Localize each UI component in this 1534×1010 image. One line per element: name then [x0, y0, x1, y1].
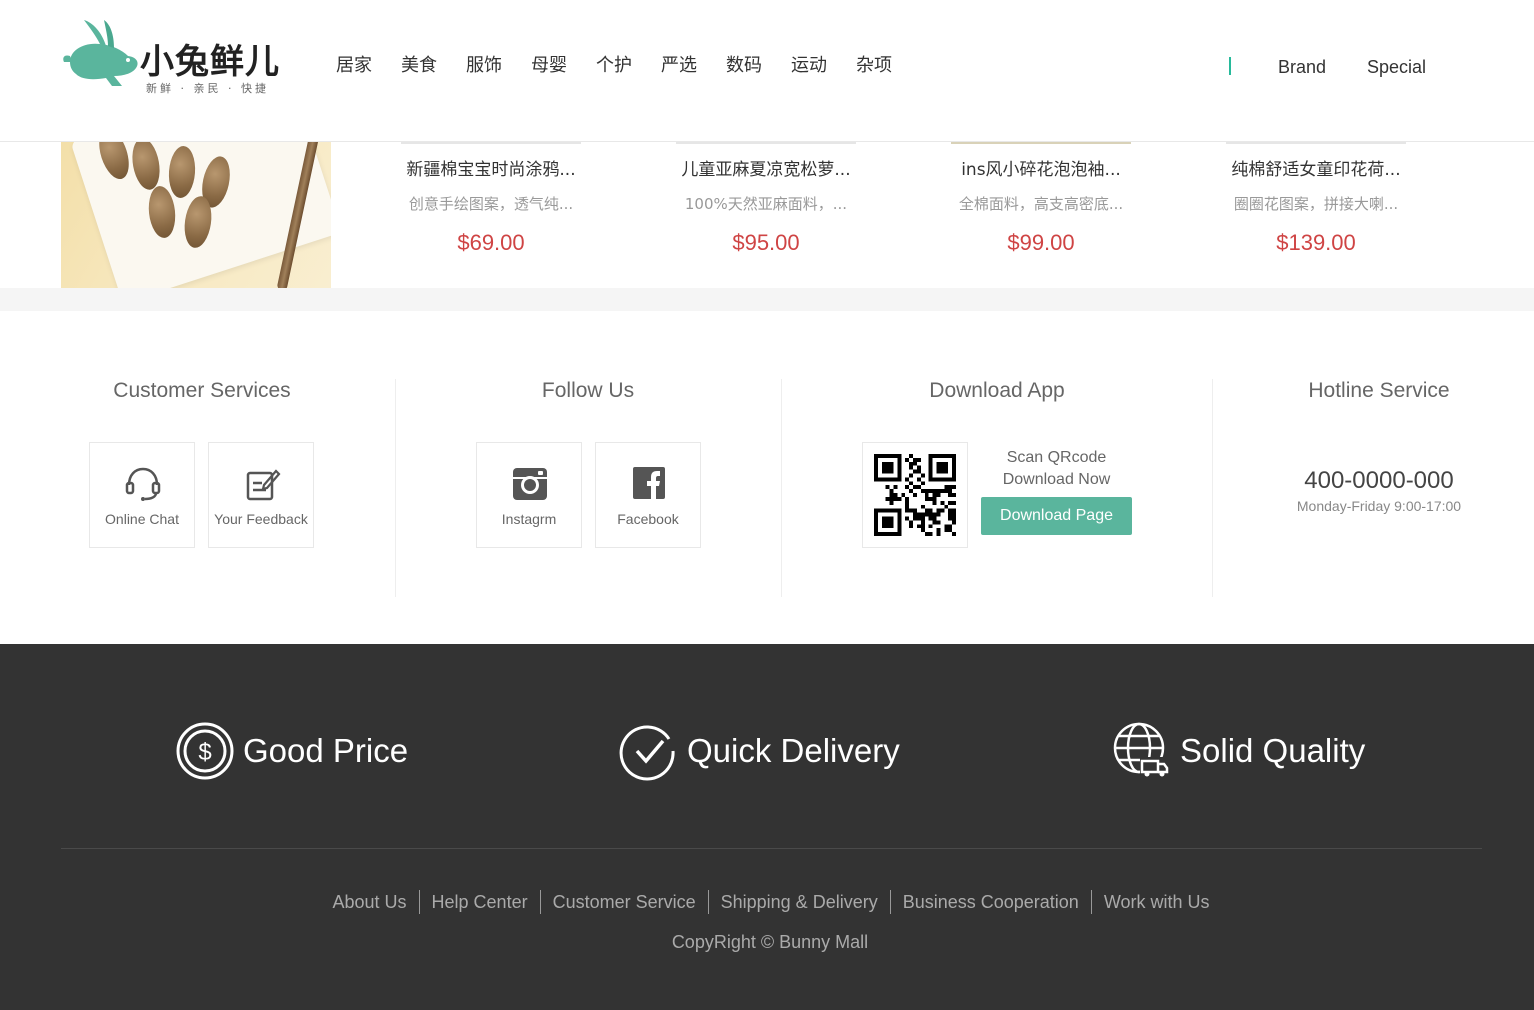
services-section: Customer Services Online Chat Your Feedb… [0, 311, 1534, 644]
check-circle-icon [619, 725, 675, 781]
facebook-label: Facebook [617, 511, 679, 527]
download-now-text: Download Now [1002, 471, 1111, 488]
footer-links: About Us Help Center Customer Service Sh… [0, 890, 1534, 914]
product-desc: 圈圈花图案，拼接大喇... [1233, 195, 1399, 213]
footer-link-careers[interactable]: Work with Us [1090, 890, 1222, 914]
nav-item-apparel[interactable]: 服饰 [466, 53, 502, 79]
category-banner-image[interactable] [61, 142, 331, 288]
site-footer: $ Good Price Quick Delivery Solid Qualit… [0, 644, 1534, 1010]
footer-link-shipping[interactable]: Shipping & Delivery [707, 890, 890, 914]
logo[interactable]: 小兔鲜儿 新鲜 · 亲民 · 快捷 [62, 16, 292, 96]
feature-label: Quick Delivery [687, 732, 900, 769]
product-card[interactable]: 纯棉舒适女童印花荷... 圈圈花图案，拼接大喇... $139.00 [1221, 142, 1411, 288]
feature-good-price: $ Good Price [175, 720, 408, 782]
feature-label: Solid Quality [1180, 732, 1366, 769]
hotline-hours: Monday-Friday 9:00-17:00 [1296, 498, 1462, 514]
feedback-edit-icon [246, 469, 281, 501]
nav-item-sports[interactable]: 运动 [791, 53, 827, 79]
instagram-link[interactable]: Instagrm [476, 442, 582, 548]
logo-tagline: 新鲜 · 亲民 · 快捷 [146, 82, 269, 95]
feature-label: Good Price [243, 732, 409, 769]
online-chat-button[interactable]: Online Chat [89, 442, 195, 548]
download-app-title: Download App [929, 379, 1065, 402]
online-chat-label: Online Chat [105, 511, 179, 527]
copyright: CopyRight © Bunny Mall [671, 932, 869, 952]
logo-title: 小兔鲜儿 [140, 42, 280, 82]
nav-item-digital[interactable]: 数码 [726, 53, 762, 79]
footer-link-customer-service[interactable]: Customer Service [539, 890, 708, 914]
facebook-link[interactable]: Facebook [595, 442, 701, 548]
divider [781, 379, 782, 597]
product-price: $69.00 [457, 230, 525, 255]
product-desc: 全棉面料，高支高密底... [958, 195, 1124, 213]
main-nav: 居家 美食 服饰 母婴 个护 严选 数码 运动 杂项 [336, 53, 921, 79]
feedback-button[interactable]: Your Feedback [208, 442, 314, 548]
customer-services-title: Customer Services [113, 379, 291, 402]
footer-link-help[interactable]: Help Center [418, 890, 540, 914]
product-name: 纯棉舒适女童印花荷... [1231, 160, 1401, 180]
dollar-icon: $ [176, 722, 234, 780]
nav-special-link[interactable]: Special [1367, 54, 1426, 80]
nav-item-home[interactable]: 居家 [336, 53, 372, 79]
section-gap [0, 288, 1534, 311]
qr-code-icon [874, 454, 956, 536]
product-strip: 新疆棉宝宝时尚涂鸦... 创意手绘图案，透气纯... $69.00 儿童亚麻夏凉… [0, 142, 1534, 288]
footer-link-about[interactable]: About Us [320, 890, 418, 914]
product-card[interactable]: ins风小碎花泡泡袖... 全棉面料，高支高密底... $99.00 [946, 142, 1136, 288]
nav-separator [1229, 57, 1231, 75]
product-name: ins风小碎花泡泡袖... [961, 160, 1121, 180]
instagram-icon [513, 468, 547, 500]
product-name: 儿童亚麻夏凉宽松萝... [681, 160, 851, 180]
feature-quick-delivery: Quick Delivery [619, 720, 900, 782]
hotline-number: 400-0000-000 [1304, 467, 1454, 494]
footer-divider [61, 848, 1482, 849]
nav-item-baby[interactable]: 母婴 [531, 53, 567, 79]
rabbit-logo-icon [63, 20, 138, 86]
headset-icon [125, 467, 161, 501]
nav-item-misc[interactable]: 杂项 [856, 53, 892, 79]
facebook-icon [633, 467, 665, 499]
instagram-label: Instagrm [501, 511, 557, 527]
product-price: $99.00 [1007, 230, 1075, 255]
product-desc: 创意手绘图案，透气纯... [408, 195, 574, 213]
feature-solid-quality: Solid Quality [1112, 720, 1365, 782]
download-page-button[interactable]: Download Page [981, 497, 1132, 535]
product-card[interactable]: 儿童亚麻夏凉宽松萝... 100%天然亚麻面料，... $95.00 [671, 142, 861, 288]
svg-text:$: $ [198, 739, 211, 766]
nav-item-personal-care[interactable]: 个护 [596, 53, 632, 79]
divider [395, 379, 396, 597]
feedback-label: Your Feedback [214, 511, 308, 527]
hotline-title: Hotline Service [1308, 379, 1450, 402]
site-header: 小兔鲜儿 新鲜 · 亲民 · 快捷 居家 美食 服饰 母婴 个护 严选 数码 运… [0, 0, 1534, 142]
scan-qr-text: Scan QRcode [1006, 449, 1107, 466]
product-name: 新疆棉宝宝时尚涂鸦... [406, 160, 576, 180]
globe-delivery-icon [1113, 722, 1170, 777]
nav-item-food[interactable]: 美食 [401, 53, 437, 79]
product-card[interactable]: 新疆棉宝宝时尚涂鸦... 创意手绘图案，透气纯... $69.00 [396, 142, 586, 288]
qr-code [862, 442, 968, 548]
nav-item-selection[interactable]: 严选 [661, 53, 697, 79]
follow-us-title: Follow Us [541, 379, 635, 402]
product-desc: 100%天然亚麻面料，... [684, 195, 848, 213]
product-price: $139.00 [1276, 230, 1356, 255]
product-price: $95.00 [732, 230, 800, 255]
nav-brand-link[interactable]: Brand [1278, 54, 1326, 80]
footer-link-business[interactable]: Business Cooperation [889, 890, 1091, 914]
